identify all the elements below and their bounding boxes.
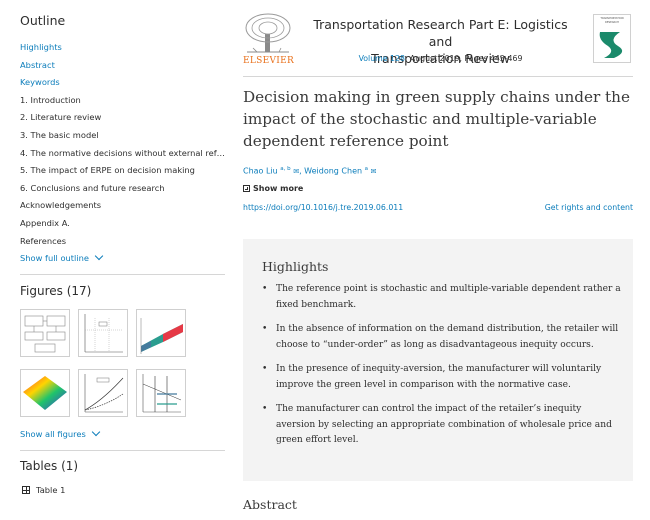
figure-thumbnail[interactable]	[78, 369, 128, 417]
author-link[interactable]: Chao Liu	[243, 167, 278, 176]
rights-link[interactable]: Get rights and content	[545, 203, 633, 212]
mail-icon[interactable]: ✉	[293, 168, 299, 176]
outline-item-appendix[interactable]: Appendix A.	[20, 215, 225, 233]
table-icon	[22, 486, 30, 494]
figure-thumbnail[interactable]	[136, 369, 186, 417]
sidebar-divider	[20, 450, 225, 451]
table-item-label: Table 1	[36, 485, 66, 495]
highlight-item: The manufacturer can control the impact …	[262, 402, 622, 449]
author-affiliation: a, b	[280, 166, 291, 172]
highlights-section: Highlights The reference point is stocha…	[243, 239, 633, 481]
show-full-outline-button[interactable]: Show full outline	[20, 251, 104, 263]
figure-thumbnail[interactable]	[20, 309, 70, 357]
outline-item-normative-decisions[interactable]: 4. The normative decisions without exter…	[20, 145, 225, 163]
outline-item-introduction[interactable]: 1. Introduction	[20, 92, 225, 110]
article-title: Decision making in green supply chains u…	[243, 88, 630, 150]
figure-thumbnail[interactable]	[78, 309, 128, 357]
outline-item-acknowledgements[interactable]: Acknowledgements	[20, 197, 225, 215]
outline-list: Highlights Abstract Keywords 1. Introduc…	[20, 39, 225, 250]
author-link[interactable]: Weidong Chen	[304, 167, 362, 176]
sidebar-divider	[20, 274, 225, 275]
article-main: ELSEVIER Transportation Research Part E:…	[243, 0, 633, 520]
outline-item-erpe-impact[interactable]: 5. The impact of ERPE on decision making	[20, 162, 225, 180]
figure-thumbnail[interactable]	[136, 309, 186, 357]
outline-item-highlights[interactable]: Highlights	[20, 39, 225, 57]
highlight-item: In the absence of information on the dem…	[262, 322, 622, 353]
outline-item-basic-model[interactable]: 3. The basic model	[20, 127, 225, 145]
show-full-outline-label: Show full outline	[20, 253, 90, 263]
plus-icon	[243, 185, 250, 192]
show-all-figures-label: Show all figures	[20, 429, 86, 439]
outline-sidebar: Outline Highlights Abstract Keywords 1. …	[0, 0, 232, 520]
header-divider	[243, 76, 633, 77]
issue-info: Volume 128, August 2019, Pages 443-469	[303, 54, 578, 63]
journal-cover-text: TRANSPORTATION RESEARCH	[600, 17, 624, 24]
figure-thumbnail[interactable]	[20, 369, 70, 417]
show-more-button[interactable]: Show more	[243, 184, 303, 193]
mail-icon[interactable]: ✉	[371, 168, 377, 176]
chevron-down-icon	[94, 251, 104, 261]
abstract-heading: Abstract	[243, 497, 297, 512]
outline-item-conclusions[interactable]: 6. Conclusions and future research	[20, 180, 225, 198]
show-more-label: Show more	[253, 184, 304, 193]
figure-thumbnails	[20, 309, 190, 417]
elsevier-wordmark: ELSEVIER	[243, 56, 295, 66]
highlights-list: The reference point is stochastic and mu…	[262, 282, 622, 458]
doi-link[interactable]: https://doi.org/10.1016/j.tre.2019.06.01…	[243, 203, 403, 212]
highlight-item: The reference point is stochastic and mu…	[262, 282, 622, 313]
issue-details: , August 2019, Pages 443-469	[404, 54, 523, 63]
outline-item-references[interactable]: References	[20, 233, 225, 251]
figures-title: Figures (17)	[20, 284, 92, 298]
volume-link[interactable]: Volume 128	[359, 54, 405, 63]
author-list: Chao Liu a, b ✉, Weidong Chen a ✉	[243, 166, 377, 176]
tables-title: Tables (1)	[20, 459, 79, 473]
outline-item-keywords[interactable]: Keywords	[20, 74, 225, 92]
outline-title: Outline	[20, 13, 66, 28]
highlight-item: In the presence of inequity-aversion, th…	[262, 362, 622, 393]
highlights-heading: Highlights	[262, 259, 329, 274]
journal-title-line1: Transportation Research Part E: Logistic…	[313, 17, 568, 49]
table-item[interactable]: Table 1	[22, 485, 65, 495]
author-affiliation: a	[364, 166, 368, 172]
outline-item-literature-review[interactable]: 2. Literature review	[20, 109, 225, 127]
journal-cover[interactable]: TRANSPORTATION RESEARCH	[593, 14, 631, 63]
chevron-down-icon	[91, 427, 101, 437]
outline-item-abstract[interactable]: Abstract	[20, 57, 225, 75]
show-all-figures-button[interactable]: Show all figures	[20, 427, 101, 439]
